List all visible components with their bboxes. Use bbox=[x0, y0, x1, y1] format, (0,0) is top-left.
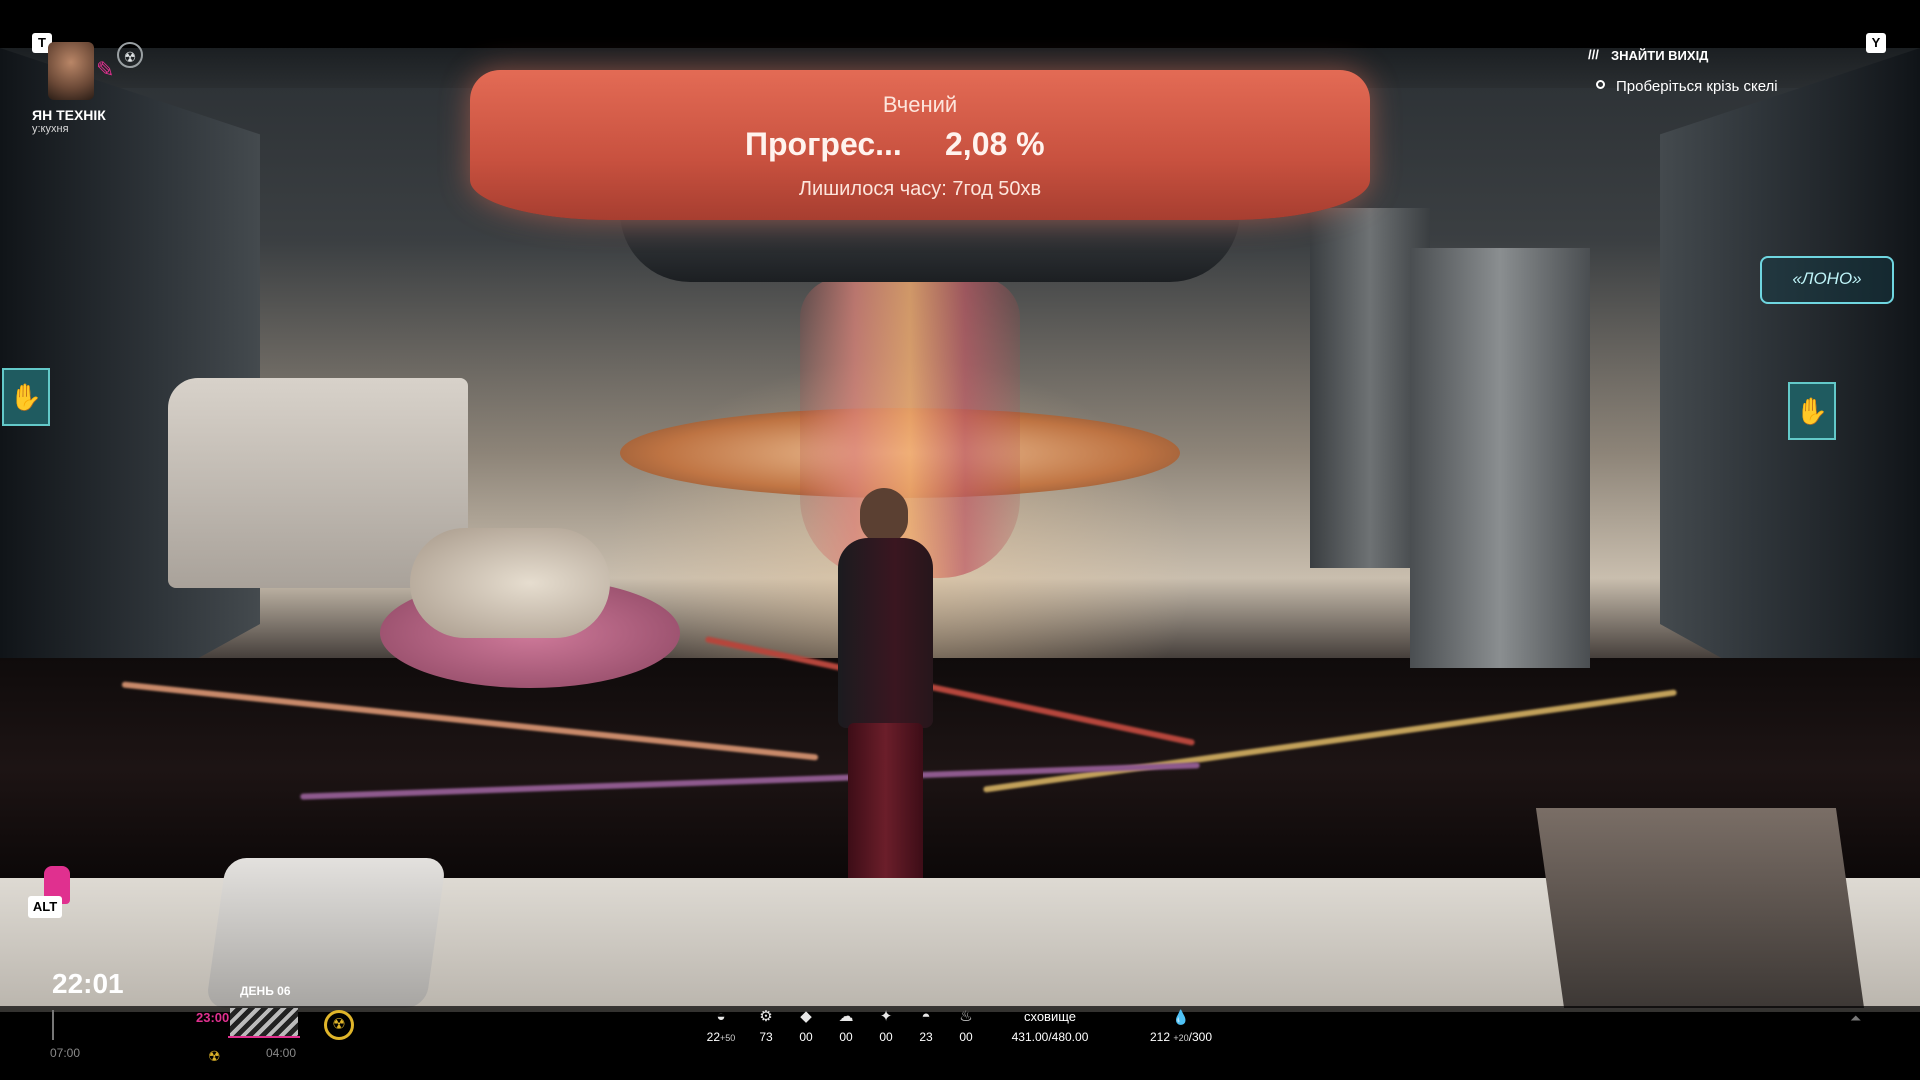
pot-icon: ♨ bbox=[959, 1008, 973, 1025]
storage-label: сховище bbox=[1023, 1009, 1077, 1024]
food-icon: ◒ bbox=[716, 1008, 726, 1025]
hand-scanner-icon[interactable]: ✋ bbox=[1788, 382, 1836, 440]
resource-delta: +50 bbox=[720, 1033, 736, 1043]
radiation-small-icon: ☢ bbox=[208, 1048, 221, 1064]
menu-corner-icon[interactable]: ⏶ bbox=[1850, 1010, 1861, 1027]
progress-time-left: Лишилося часу: 7год 50хв bbox=[798, 178, 1042, 200]
resource-food[interactable]: ◒ 22+50 bbox=[698, 1008, 744, 1044]
storage-value: 431.00/480.00 bbox=[1011, 1030, 1089, 1044]
timeline-start-line bbox=[52, 1010, 54, 1040]
progress-value: 2,08 % bbox=[945, 126, 1045, 162]
right-pillar-front bbox=[1410, 248, 1590, 668]
resource-value: 22 bbox=[706, 1030, 721, 1044]
water-drop-icon: 💧 bbox=[1172, 1009, 1190, 1025]
objective-slashes: /// bbox=[1588, 47, 1599, 62]
night-hatch-line bbox=[228, 1036, 300, 1038]
character-location: у:кухня bbox=[32, 123, 69, 135]
floor-tube bbox=[121, 681, 819, 761]
character-name[interactable]: ЯН ТЕХНІК bbox=[32, 107, 106, 123]
progress-panel-title: Вчений bbox=[882, 92, 958, 117]
water-max: /300 bbox=[1188, 1030, 1212, 1044]
timeline-mark: 23:00 bbox=[196, 1010, 230, 1025]
hand-scanner-icon[interactable]: ✋ bbox=[2, 368, 50, 426]
progress-panel: Вчений Прогрес... 2,08 % Лишилося часу: … bbox=[470, 70, 1370, 220]
sheep[interactable] bbox=[410, 528, 610, 638]
water-value: 212 bbox=[1149, 1030, 1171, 1044]
player-character[interactable] bbox=[830, 488, 940, 908]
timeline-start: 07:00 bbox=[50, 1046, 81, 1060]
resource-pot[interactable]: ♨ 00 bbox=[943, 1008, 989, 1044]
day-counter: ДЕНЬ 06 bbox=[240, 984, 291, 998]
water-delta: +20 bbox=[1173, 1033, 1189, 1043]
objective-key-hint: Y bbox=[1866, 33, 1886, 53]
radiation-icon: ☢ bbox=[117, 42, 143, 68]
floor-tube bbox=[982, 689, 1678, 793]
character-legs bbox=[848, 723, 923, 903]
objective-task: Проберіться крізь скелі bbox=[1616, 78, 1778, 95]
clock-time: 22:01 bbox=[52, 968, 124, 999]
objective-title[interactable]: ЗНАЙТИ ВИХІД bbox=[1611, 48, 1708, 63]
resource-value: 00 bbox=[959, 1030, 973, 1044]
character-head bbox=[860, 488, 908, 544]
timeline-end: 04:00 bbox=[266, 1046, 297, 1060]
alt-key-hint: ALT bbox=[28, 896, 62, 918]
night-hatch bbox=[230, 1008, 298, 1036]
floor-tube bbox=[704, 636, 1196, 746]
progress-panel-base bbox=[620, 212, 1240, 282]
wrench-icon: ✎ bbox=[96, 57, 115, 82]
water-readout[interactable]: 💧 212 +20/300 bbox=[1136, 1008, 1226, 1044]
progress-label: Прогрес... bbox=[745, 126, 902, 162]
character-torso bbox=[838, 538, 933, 728]
objective-bullet-icon bbox=[1596, 80, 1605, 89]
room-sign: «ЛОНО» bbox=[1760, 256, 1894, 304]
character-avatar[interactable] bbox=[48, 42, 94, 100]
equipment-crate[interactable] bbox=[1535, 808, 1865, 1008]
radiation-ring-icon[interactable]: ☢ bbox=[324, 1010, 354, 1040]
storage-readout[interactable]: сховище 431.00/480.00 bbox=[1000, 1008, 1100, 1044]
